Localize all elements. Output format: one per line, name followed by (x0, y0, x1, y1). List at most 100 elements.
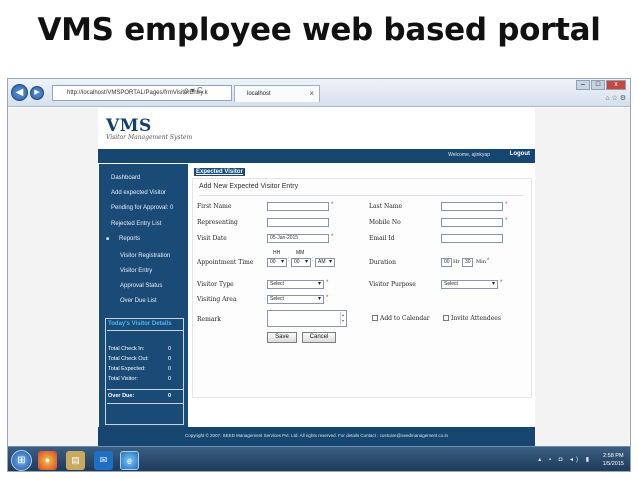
start-button[interactable]: ⊞ (11, 450, 32, 471)
representing-field[interactable] (267, 218, 329, 227)
back-arrow-icon[interactable]: ◀ (11, 84, 28, 101)
detail-label: Total Visitor: (108, 376, 138, 382)
cancel-button[interactable]: Cancel (302, 332, 336, 343)
remark-field[interactable]: ▴ ▾ (267, 310, 347, 327)
browser-screenshot: ◀ ▶ http://localhost/VMSPORTAL/Pages/frm… (7, 78, 631, 472)
detail-label: Total Expected: (108, 366, 146, 372)
clock[interactable]: 2:58 PM 1/5/2015 (603, 452, 624, 468)
footer: Copyright © 2007. SEED Management Servic… (98, 427, 535, 446)
close-window-button[interactable]: x (606, 80, 626, 90)
divider (107, 389, 183, 390)
folder-icon[interactable]: ▤ (66, 451, 85, 470)
visitor-purpose-select[interactable]: Select (441, 280, 498, 289)
vms-logo: VMS Visitor Management System (106, 116, 192, 141)
sidebar-item-reports[interactable]: Reports (113, 236, 140, 242)
browser-toolbar: ◀ ▶ http://localhost/VMSPORTAL/Pages/frm… (8, 79, 630, 107)
forward-arrow-icon[interactable]: ▶ (30, 86, 44, 100)
scrollbar[interactable]: ▴ ▾ (340, 312, 345, 325)
mobile-field[interactable] (441, 218, 503, 227)
last-name-label: Last Name (369, 203, 403, 210)
detail-value: 0 (168, 346, 172, 352)
first-name-label: First Name (197, 203, 232, 210)
add-to-calendar-checkbox[interactable] (372, 315, 378, 321)
details-title: Today's Visitor Details (108, 321, 172, 327)
main-content: Expected Visitor Add New Expected Visito… (192, 164, 532, 427)
ampm-select[interactable]: AM (315, 258, 335, 267)
minute-select[interactable]: 00 (291, 258, 311, 267)
address-bar-icons[interactable]: ρ ▾ C (184, 86, 203, 95)
detail-value: 0 (168, 376, 172, 382)
minutes-unit: Min (476, 259, 486, 265)
minimize-button[interactable]: – (576, 80, 590, 90)
last-name-field[interactable] (441, 202, 503, 211)
invite-attendees-checkbox[interactable] (443, 315, 449, 321)
duration-hours-field[interactable]: 00 (441, 258, 452, 267)
sidebar-item-visitor-registration[interactable]: Visitor Registration (120, 253, 170, 259)
required-mark: * (331, 234, 334, 240)
visitor-type-label: Visitor Type (197, 281, 234, 288)
detail-row: Total Check Out: 0 (108, 356, 183, 362)
time-separator: : (312, 257, 314, 263)
copyright-text: Copyright © 2007. SEED Management Servic… (184, 433, 448, 438)
browser-tab[interactable]: localhost × (234, 85, 320, 102)
required-mark: * (500, 280, 503, 286)
visiting-area-label: Visiting Area (197, 296, 237, 303)
welcome-text: Welcome, ajinkyap (448, 152, 490, 158)
add-to-calendar-label: Add to Calendar (380, 315, 430, 322)
sidebar: Dashboard Add expected Visitor Pending f… (99, 164, 188, 427)
detail-value: 0 (168, 366, 172, 372)
clock-time: 2:58 PM (603, 453, 624, 459)
overdue-value: 0 (168, 393, 172, 399)
hour-select[interactable]: 00 (267, 258, 287, 267)
required-mark: * (505, 218, 508, 224)
first-name-field[interactable] (267, 202, 329, 211)
internet-explorer-icon[interactable]: e (120, 451, 139, 470)
logo-main: VMS (106, 116, 152, 136)
address-bar[interactable]: http://localhost/VMSPORTAL/Pages/frmVisi… (52, 85, 232, 101)
overdue-row: Over Due: 0 (108, 393, 183, 399)
required-mark: * (326, 295, 329, 301)
visitor-purpose-label: Visitor Purpose (369, 281, 416, 288)
breadcrumb[interactable]: Expected Visitor (194, 168, 245, 176)
detail-row: Total Expected: 0 (108, 366, 183, 372)
taskbar: ⊞ ● ▤ ✉ e ▴ ▪ ◘ ◂) ▮ 2:58 PM 1/5/2015 (8, 446, 630, 471)
visiting-area-select[interactable]: Select (267, 295, 324, 304)
logo-subtitle: Visitor Management System (106, 134, 193, 141)
todays-visitor-details: Today's Visitor Details Total Check In: 0… (105, 318, 184, 425)
system-tray[interactable]: ▴ ▪ ◘ ◂) ▮ (538, 456, 592, 463)
duration-minutes-field[interactable]: 30 (462, 258, 473, 267)
maximize-button[interactable]: □ (591, 80, 605, 90)
logout-link[interactable]: Logout (510, 151, 530, 157)
sidebar-item-pending-approval[interactable]: Pending for Approval: 0 (111, 205, 173, 211)
vms-page: VMS Visitor Management System Welcome, a… (98, 108, 535, 446)
sidebar-item-over-due-list[interactable]: Over Due List (120, 298, 157, 304)
form-title: Add New Expected Visitor Entry (199, 183, 299, 190)
appointment-time-label: Appointment Time (197, 259, 254, 266)
email-label: Email Id (369, 235, 395, 242)
close-tab-icon[interactable]: × (309, 86, 314, 102)
sidebar-item-visitor-entry[interactable]: Visitor Entry (120, 268, 152, 274)
representing-label: Representing (197, 219, 238, 226)
detail-row: Total Check In: 0 (108, 346, 183, 352)
outlook-icon[interactable]: ✉ (94, 451, 113, 470)
mobile-label: Mobile No (369, 219, 401, 226)
sidebar-item-dashboard[interactable]: Dashboard (111, 175, 140, 181)
time-separator: : (288, 257, 290, 263)
email-field[interactable] (441, 234, 503, 243)
save-button[interactable]: Save (267, 332, 297, 343)
visitor-type-select[interactable]: Select (267, 280, 324, 289)
sidebar-item-add-expected-visitor[interactable]: Add expected Visitor (111, 190, 166, 196)
header-bar: Welcome, ajinkyap Logout (98, 149, 535, 163)
divider (107, 330, 183, 331)
chrome-icon[interactable]: ● (38, 451, 57, 470)
visit-date-field[interactable]: 05-Jan-2015 (267, 234, 329, 243)
sidebar-item-approval-status[interactable]: Approval Status (120, 283, 162, 289)
home-favorites-tools-icons[interactable]: ⌂ ☆ ⚙ (605, 94, 626, 102)
divider (199, 195, 523, 196)
detail-value: 0 (168, 356, 172, 362)
hh-label: HH (273, 250, 281, 256)
duration-label: Duration (369, 259, 396, 266)
sidebar-item-rejected-entry-list[interactable]: Rejected Entry List (111, 221, 161, 227)
overdue-label: Over Due: (108, 393, 135, 399)
detail-label: Total Check Out: (108, 356, 149, 362)
